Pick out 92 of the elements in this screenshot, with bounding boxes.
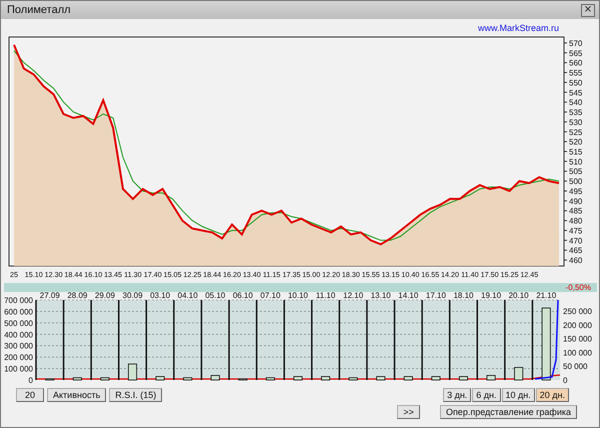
date-label: 21.10 (536, 292, 556, 300)
y-axis-label: 565 (564, 48, 582, 58)
y-tick-label: 515 (569, 148, 583, 156)
y-axis-label: 300 000 (4, 342, 33, 351)
y-tick-label: 460 (569, 256, 583, 266)
y-axis-label: 400 000 (4, 330, 33, 340)
next-button[interactable]: >> (397, 405, 420, 419)
date-label: 07.10 (260, 292, 280, 300)
date-label: 03.10 (150, 292, 170, 300)
date-label: 05.10 (205, 292, 226, 300)
date-label: 29.09 (94, 292, 115, 300)
y-axis-label: 465 (564, 246, 582, 256)
date-label: 14.10 (398, 292, 418, 300)
y-tick-label: 525 (569, 128, 583, 137)
date-label: 20.10 (508, 292, 529, 300)
range-button[interactable]: 3 дн. (443, 388, 472, 402)
y-tick-label: 540 (569, 98, 583, 108)
y-tick-label: 475 (569, 226, 583, 236)
y-tick-label: 505 (569, 167, 583, 176)
date-label: 06.10 (232, 292, 253, 300)
y-tick-label: 555 (569, 68, 583, 78)
y-tick-label: 520 (569, 138, 583, 147)
y-tick-label: 570 (569, 38, 583, 48)
y-axis-label: 200 000 (4, 353, 33, 362)
y-axis-label: 540 (564, 98, 582, 108)
date-label: 12.10 (343, 292, 364, 300)
y-axis-label: 460 (564, 256, 582, 266)
y-tick-label: 550 (569, 78, 583, 88)
close-button[interactable]: × (581, 4, 595, 16)
y-tick-label: 485 (569, 206, 583, 216)
y-axis-label: 555 (564, 68, 582, 78)
y-tick-label: 470 (569, 236, 583, 246)
range-button[interactable]: 10 дн. (502, 388, 535, 402)
y-tick-label: 535 (569, 108, 583, 118)
y-axis-label: 480 (564, 216, 582, 226)
y-axis-label: 0 (28, 376, 33, 384)
date-label: 10.10 (288, 292, 308, 300)
toolbar-button[interactable]: R.S.I. (15) (109, 388, 162, 402)
y-axis-label: 520 (564, 138, 582, 147)
y-tick-label: 465 (569, 246, 583, 256)
y-axis-label: 100 000 (563, 348, 592, 358)
y-tick-label: 530 (569, 118, 583, 127)
change-percent: -0,50% (566, 283, 591, 292)
y-axis-label: 0 (563, 376, 568, 384)
y-axis-label: 600 000 (4, 307, 33, 316)
y-axis-label: 700 000 (4, 296, 33, 305)
y-axis-label: 485 (564, 206, 582, 216)
y-axis-label: 525 (564, 128, 582, 137)
date-label: 18.10 (453, 292, 474, 300)
chart-mode-button[interactable]: Опер.представление графика (440, 405, 577, 419)
y-axis-label: 250 000 (563, 307, 592, 316)
y-tick-label: 510 (569, 157, 583, 166)
y-axis-label: 100 000 (4, 364, 33, 374)
y-tick-label: 565 (569, 48, 583, 58)
date-label: 04.10 (178, 292, 198, 300)
y-axis-label: 570 (564, 38, 582, 48)
y-tick-label: 490 (569, 196, 583, 206)
date-label: 30.09 (122, 292, 143, 300)
y-axis-label: 530 (564, 118, 582, 127)
y-axis-label: 545 (564, 88, 582, 98)
y-axis-label: 475 (564, 226, 582, 236)
y-tick-label: 480 (569, 216, 583, 226)
date-label: 19.10 (481, 292, 502, 300)
y-tick-label: 500 (569, 177, 583, 186)
y-axis-label: 150 000 (563, 334, 592, 344)
y-axis-label: 510 (564, 157, 582, 166)
y-axis-label: 560 (564, 58, 582, 68)
y-axis-label: 470 (564, 236, 582, 246)
website-link[interactable]: www.MarkStream.ru (478, 23, 559, 33)
date-label: 17.10 (426, 292, 446, 300)
y-axis-label: 515 (564, 148, 582, 156)
date-label: 27.09 (40, 292, 60, 300)
date-label: 11.10 (316, 292, 336, 300)
date-label: 13.10 (370, 292, 391, 300)
y-axis-label: 505 (564, 167, 582, 176)
y-axis-label: 500 000 (4, 318, 33, 328)
y-axis-label: 50 000 (563, 362, 588, 372)
y-axis-label: 200 000 (563, 320, 592, 330)
y-axis-label: 500 (564, 177, 582, 186)
date-label: 28.09 (67, 292, 88, 300)
window-title: Полиметалл (7, 4, 71, 16)
toolbar-button[interactable]: Активность (47, 388, 106, 402)
range-button[interactable]: 6 дн. (472, 388, 501, 402)
y-axis-label: 495 (564, 186, 582, 196)
y-axis-label: 535 (564, 108, 582, 118)
y-axis-label: 550 (564, 78, 582, 88)
y-tick-label: 495 (569, 186, 583, 196)
y-tick-label: 545 (569, 88, 583, 98)
range-button[interactable]: 20 дн. (536, 388, 569, 402)
toolbar-button[interactable]: 20 (16, 388, 44, 402)
y-axis-label: 490 (564, 196, 582, 206)
y-tick-label: 560 (569, 58, 583, 68)
